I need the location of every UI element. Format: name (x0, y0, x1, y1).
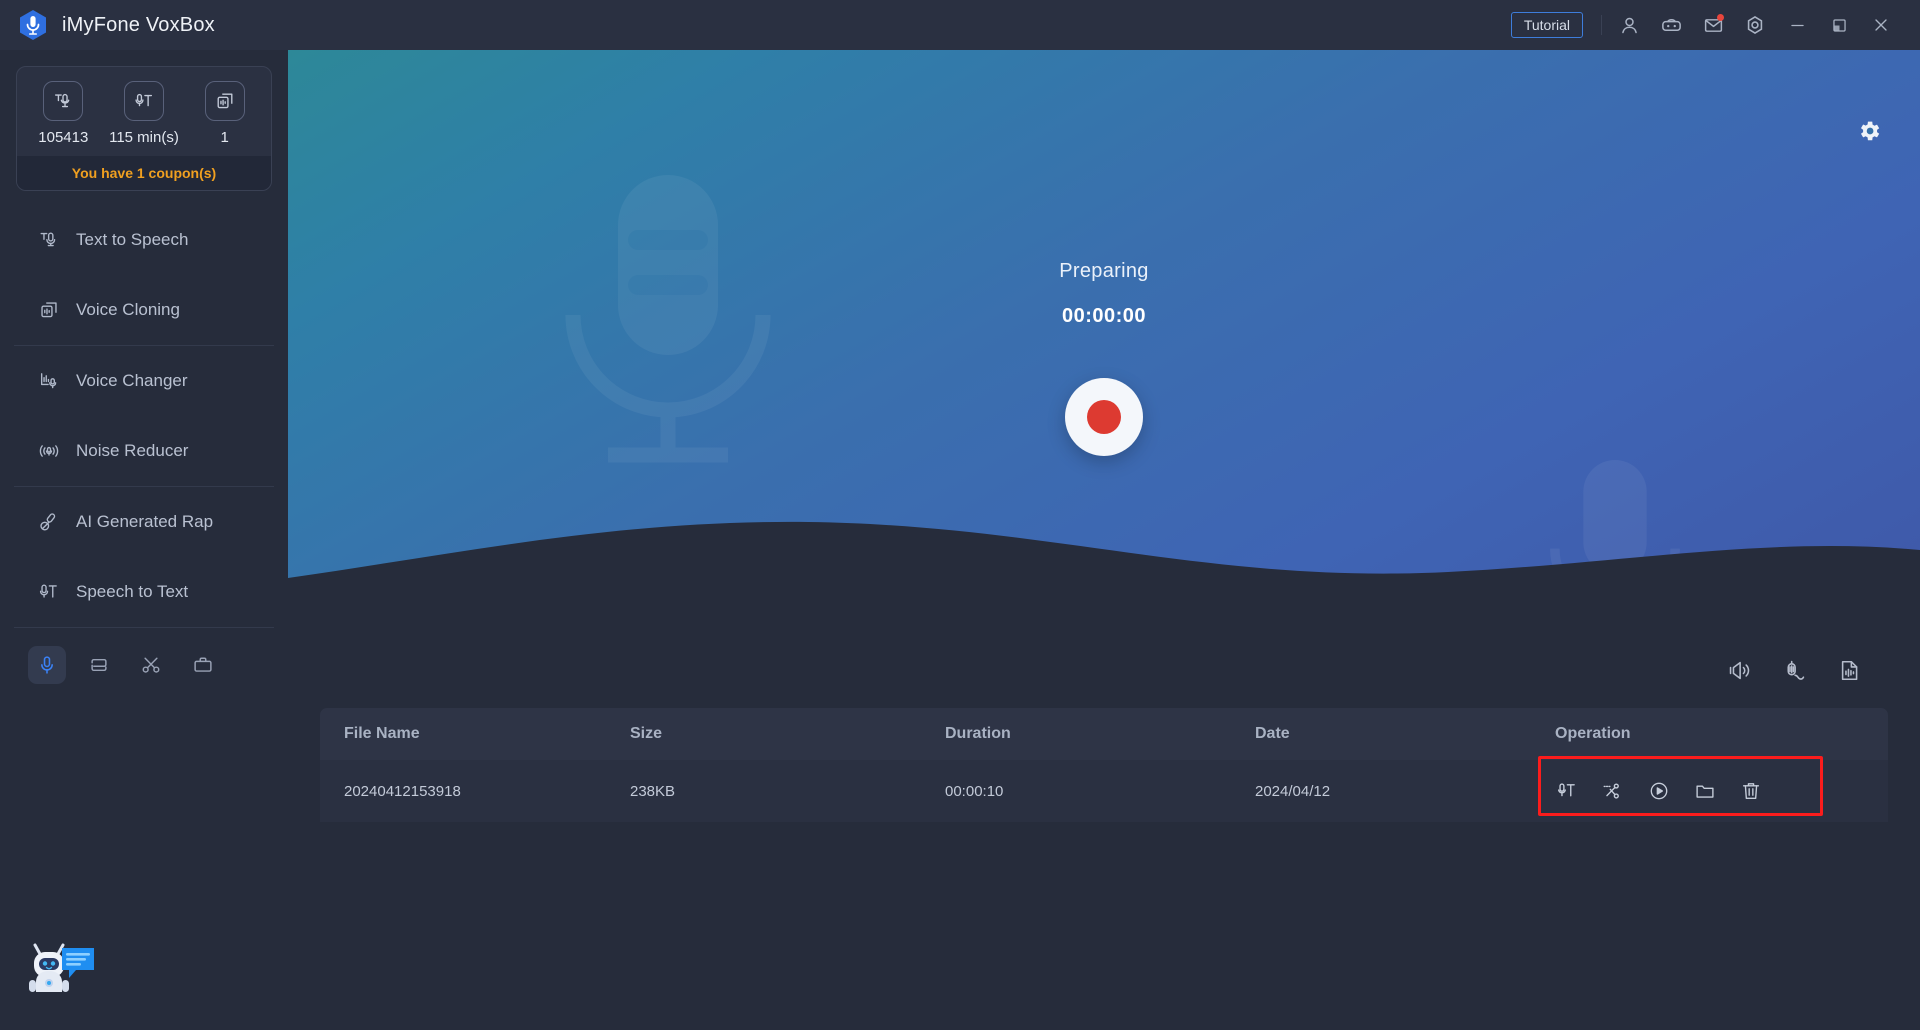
sidebar-item-label: AI Generated Rap (76, 512, 214, 531)
stats-row: 105413 115 min(s) 1 (17, 67, 271, 156)
record-button[interactable] (1065, 378, 1143, 456)
column-header-size: Size (630, 725, 663, 742)
speaker-icon[interactable] (1727, 658, 1752, 688)
brand: iMyFone VoxBox (18, 9, 215, 41)
cell-file-name: 20240412153918 (344, 782, 461, 800)
cell-size: 238KB (630, 782, 676, 800)
operation-buttons (1555, 779, 1888, 803)
title-bar: iMyFone VoxBox Tutorial (0, 0, 1920, 50)
converter-tool-button[interactable] (80, 646, 118, 684)
cutter-tool-button[interactable] (132, 646, 170, 684)
cell-duration: 00:00:10 (945, 782, 1004, 800)
cell-date: 2024/04/12 (1255, 782, 1331, 800)
noise-reducer-icon (38, 440, 60, 462)
tutorial-button[interactable]: Tutorial (1510, 12, 1583, 38)
body: 105413 115 min(s) 1 You have 1 coupon(s)… (0, 50, 1920, 1030)
speech-to-text-icon[interactable] (1555, 779, 1579, 803)
app-title: iMyFone VoxBox (62, 13, 215, 36)
file-list-area: File Name Size Duration Date Operation 2… (288, 630, 1920, 1030)
voice-changer-icon (38, 370, 60, 392)
close-icon[interactable] (1860, 4, 1902, 46)
folder-icon[interactable] (1693, 779, 1717, 803)
recording-timer: 00:00:00 (1061, 305, 1147, 327)
coupon-banner[interactable]: You have 1 coupon(s) (17, 156, 271, 190)
mail-unread-dot (1717, 14, 1724, 21)
titlebar-actions: Tutorial (1510, 4, 1902, 46)
text-to-speech-icon (43, 81, 84, 121)
sidebar-item-label: Voice Cloning (76, 300, 180, 319)
sidebar-item-ai-generated-rap[interactable]: AI Generated Rap (0, 487, 288, 557)
scissors-icon[interactable] (1601, 779, 1625, 803)
sidebar-item-label: Text to Speech (76, 230, 189, 249)
sidebar-nav: Text to Speech Voice Cloning Voice Chang… (0, 205, 288, 628)
speech-to-text-icon (123, 81, 164, 121)
trash-icon[interactable] (1739, 779, 1763, 803)
sidebar-item-noise-reducer[interactable]: Noise Reducer (0, 416, 288, 486)
sidebar-item-label: Speech to Text (76, 582, 189, 601)
column-header-date: Date (1255, 725, 1290, 742)
play-icon[interactable] (1647, 779, 1671, 803)
stat-clones: 1 (185, 81, 265, 146)
file-waveform-icon[interactable] (1837, 658, 1862, 688)
maximize-icon[interactable] (1818, 4, 1860, 46)
wave-divider (288, 521, 1920, 630)
sidebar-item-speech-to-text[interactable]: Speech to Text (0, 557, 288, 627)
settings-icon[interactable] (1734, 4, 1776, 46)
text-to-speech-icon (38, 229, 60, 251)
sidebar-item-voice-cloning[interactable]: Voice Cloning (0, 275, 288, 345)
discord-icon[interactable] (1650, 4, 1692, 46)
stat-characters: 105413 (23, 81, 103, 146)
voxbox-mic-logo-icon (18, 9, 48, 41)
minimize-icon[interactable] (1776, 4, 1818, 46)
toolbox-tool-button[interactable] (184, 646, 222, 684)
file-source-tools (320, 630, 1888, 708)
stat-value: 105413 (38, 129, 89, 146)
stat-value: 115 min(s) (109, 129, 179, 146)
stat-value: 1 (220, 129, 229, 146)
recorder-hero: Preparing 00:00:00 (288, 50, 1920, 630)
table-header: File Name Size Duration Date Operation (320, 708, 1888, 760)
recorder-controls: Preparing 00:00:00 (288, 260, 1920, 456)
sidebar-item-text-to-speech[interactable]: Text to Speech (0, 205, 288, 275)
ai-rap-icon (38, 511, 60, 533)
column-header-file-name: File Name (344, 725, 420, 742)
voice-cloning-icon (204, 81, 245, 121)
app-window: iMyFone VoxBox Tutorial 105413 115 min(s… (0, 0, 1920, 1030)
sidebar-item-label: Voice Changer (76, 371, 188, 390)
record-dot-icon (1087, 400, 1121, 434)
sidebar-dock (0, 628, 288, 684)
stat-minutes: 115 min(s) (104, 81, 184, 146)
table-row[interactable]: 20240412153918 238KB 00:00:10 2024/04/12 (320, 756, 1888, 822)
mail-icon[interactable] (1692, 4, 1734, 46)
account-icon[interactable] (1608, 4, 1650, 46)
chatbot-assistant-icon[interactable] (18, 938, 98, 1008)
column-header-duration: Duration (945, 725, 1011, 742)
sidebar-item-voice-changer[interactable]: Voice Changer (0, 346, 288, 416)
main-panel: Preparing 00:00:00 File Name Size Durati… (288, 50, 1920, 1030)
titlebar-divider (1601, 15, 1602, 35)
gear-icon[interactable] (1856, 118, 1882, 149)
speech-to-text-icon (38, 581, 60, 603)
sidebar: 105413 115 min(s) 1 You have 1 coupon(s)… (0, 50, 288, 1030)
microphone-waveform-icon[interactable] (1782, 658, 1807, 688)
cell-operations (1555, 779, 1888, 803)
account-stats-card: 105413 115 min(s) 1 You have 1 coupon(s) (16, 66, 272, 191)
recording-status: Preparing (1059, 260, 1149, 282)
column-header-operation: Operation (1555, 725, 1631, 742)
voice-cloning-icon (38, 299, 60, 321)
recordings-table: File Name Size Duration Date Operation 2… (320, 708, 1888, 822)
recorder-tool-button[interactable] (28, 646, 66, 684)
sidebar-item-label: Noise Reducer (76, 441, 189, 460)
